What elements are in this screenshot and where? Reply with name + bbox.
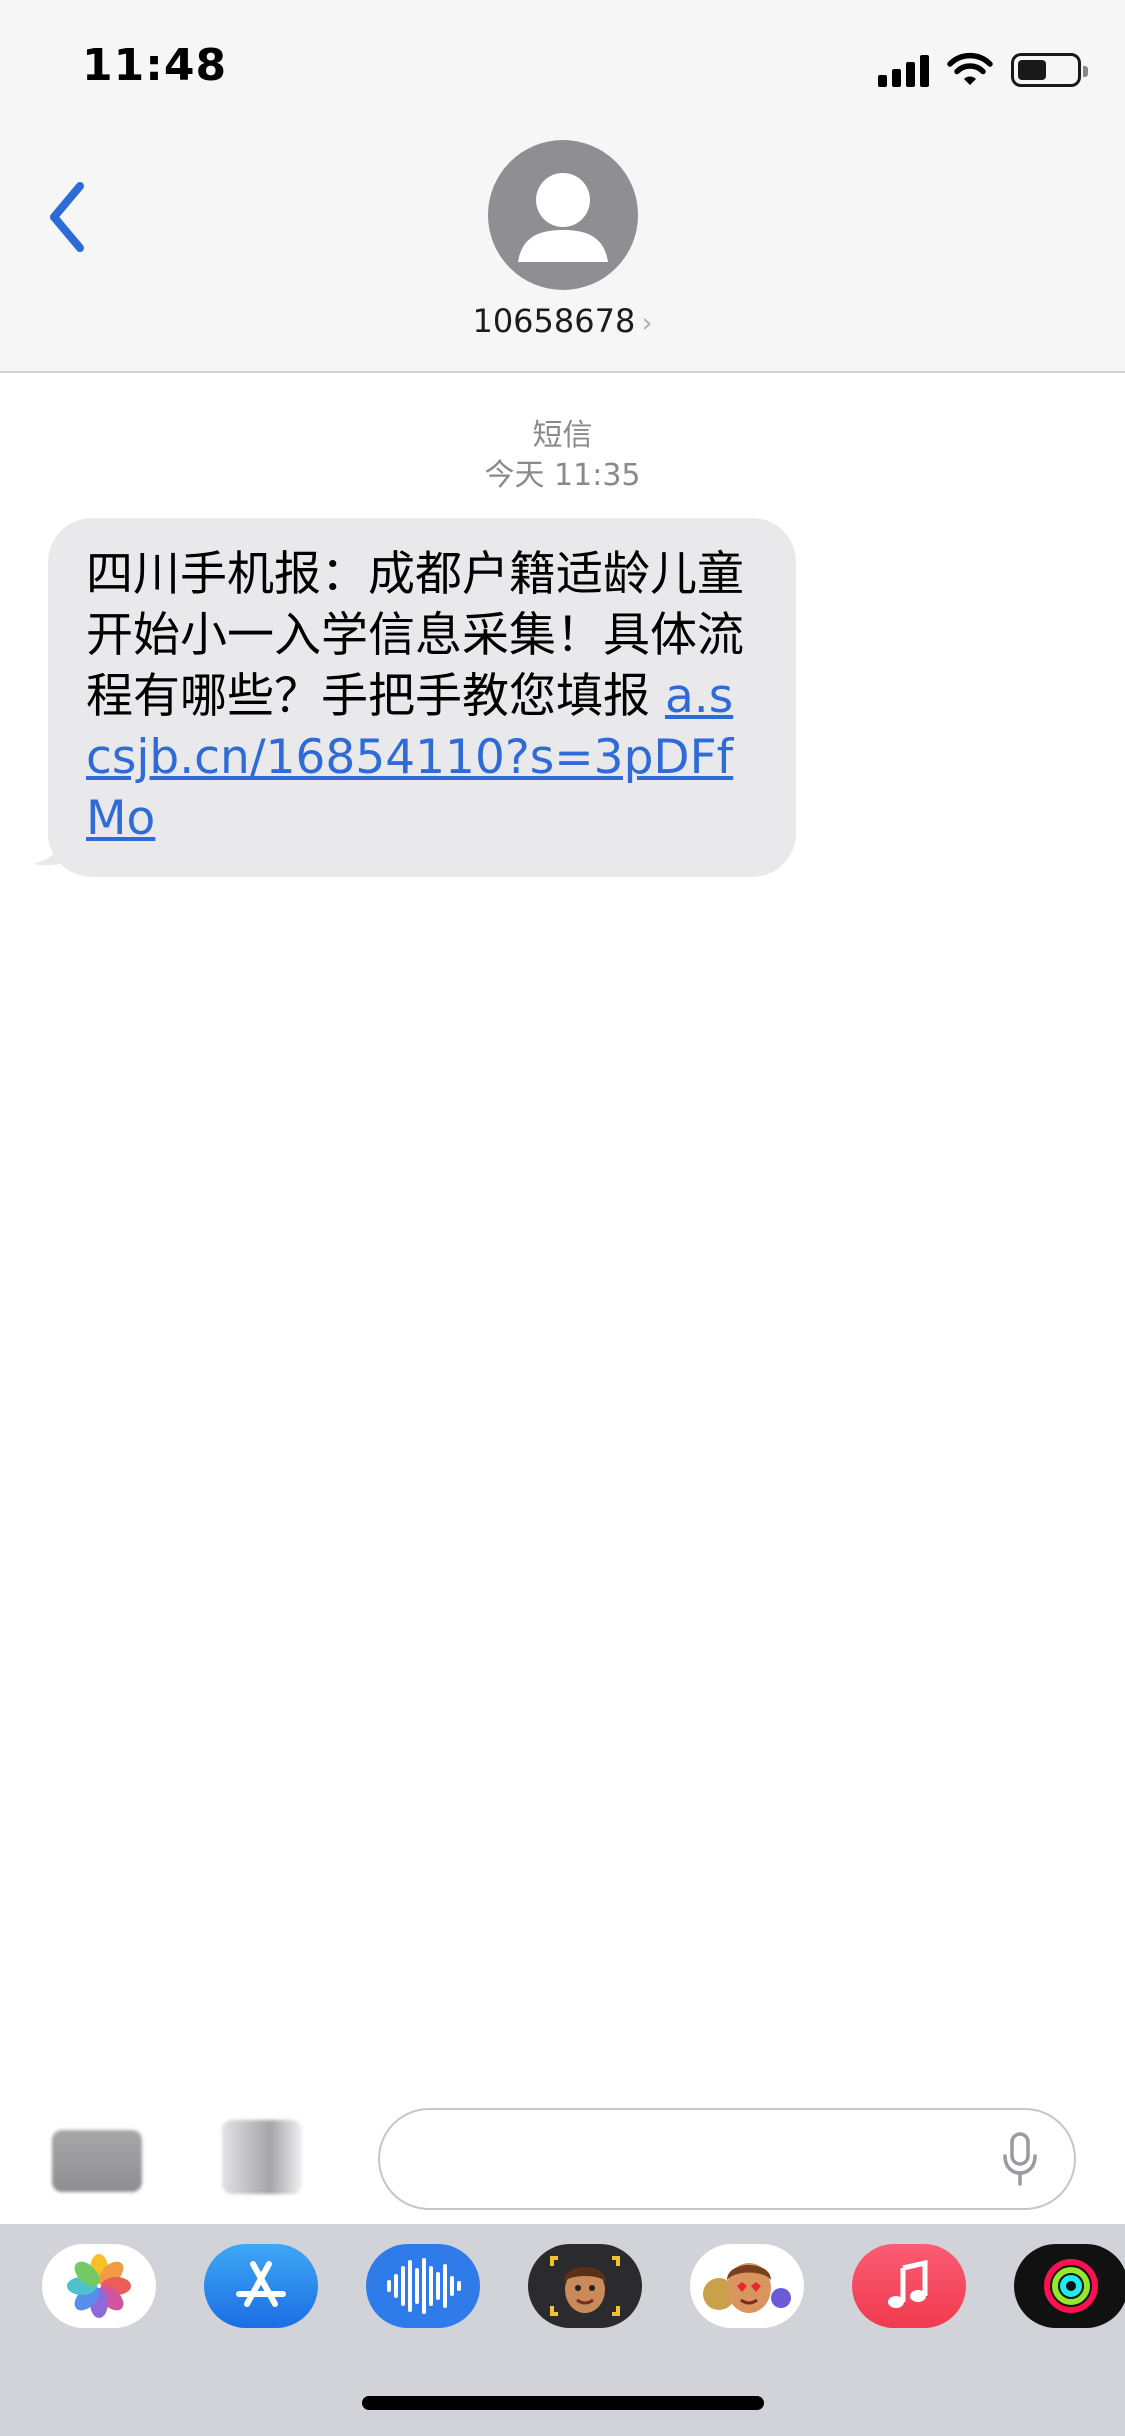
photos-app-icon[interactable] (42, 2244, 156, 2328)
music-note-icon (888, 2259, 928, 2308)
memoji-face-icon (550, 2256, 620, 2316)
microphone-icon[interactable] (1000, 2132, 1040, 2188)
contact-avatar[interactable] (488, 140, 638, 290)
message-bubble[interactable]: 四川手机报：成都户籍适龄儿童开始小一入学信息采集！具体流程有哪些？手把手教您填报… (48, 518, 796, 877)
activity-app-icon[interactable] (1014, 2244, 1125, 2328)
waveform-icon (387, 2258, 461, 2314)
message-timestamp: 今天 11:35 (484, 458, 641, 493)
audio-message-app-icon[interactable] (366, 2244, 480, 2328)
memoji-sticker-icon (703, 2263, 791, 2313)
back-button[interactable] (40, 172, 100, 262)
person-silhouette-icon (518, 173, 608, 262)
message-text: 四川手机报：成都户籍适龄儿童开始小一入学信息采集！具体流程有哪些？手把手教您填报 (86, 547, 744, 724)
camera-button[interactable] (52, 2130, 142, 2192)
compose-input[interactable] (410, 2110, 970, 2208)
status-icons (878, 48, 1088, 92)
chevron-right-icon: › (641, 306, 653, 339)
memoji-camera-app-icon[interactable] (528, 2244, 642, 2328)
service-label: 短信 (532, 418, 593, 453)
contact-name: 10658678 (472, 302, 636, 340)
status-time: 11:48 (82, 40, 228, 91)
wifi-icon (947, 52, 993, 85)
chevron-left-icon (50, 182, 84, 252)
contact-name-row[interactable]: 10658678 › (0, 302, 1125, 340)
app-store-a-icon (236, 2261, 286, 2307)
conversation-header: 11:48 10658678 › (0, 0, 1125, 373)
cellular-signal-icon (878, 53, 929, 87)
battery-icon (1011, 53, 1088, 87)
music-app-icon[interactable] (852, 2244, 966, 2328)
memoji-stickers-app-icon[interactable] (690, 2244, 804, 2328)
message-compose-field[interactable] (378, 2108, 1076, 2210)
apps-button[interactable] (222, 2120, 302, 2194)
home-indicator[interactable] (362, 2396, 764, 2410)
app-store-app-icon[interactable] (204, 2244, 318, 2328)
photos-flower-icon (67, 2254, 131, 2318)
activity-rings-icon (1044, 2259, 1098, 2313)
